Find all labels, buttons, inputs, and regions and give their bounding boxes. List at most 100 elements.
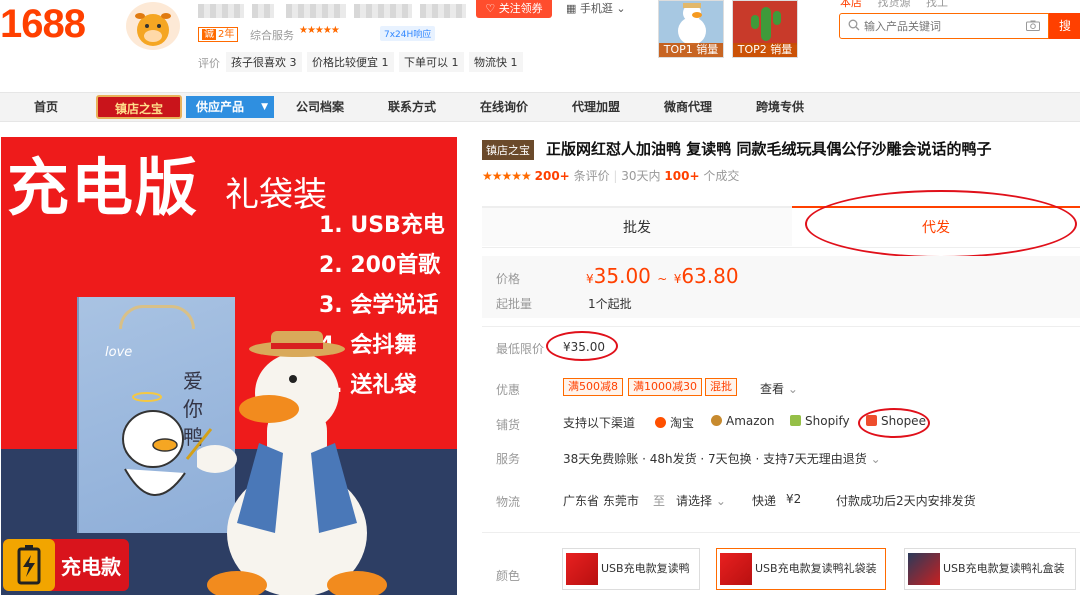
- channel-shopify[interactable]: Shopify: [790, 414, 850, 428]
- scope-tab-shop[interactable]: 本店: [840, 0, 862, 9]
- camera-icon[interactable]: [1026, 20, 1040, 31]
- channel-taobao[interactable]: 淘宝: [655, 414, 694, 431]
- logistics-label: 物流: [496, 495, 521, 509]
- sales-prefix: 30天内: [621, 169, 661, 183]
- nav-supply-products[interactable]: 供应产品 ▼: [186, 96, 274, 118]
- follow-coupon-button[interactable]: ♡ 关注领券: [476, 0, 552, 18]
- shop-name-blurred: [252, 4, 274, 18]
- channel-amazon[interactable]: Amazon: [711, 414, 775, 428]
- nav-contact[interactable]: 联系方式: [388, 93, 436, 121]
- nav-inquiry[interactable]: 在线询价: [480, 93, 528, 121]
- mobile-link[interactable]: ▦ 手机逛 ⌄: [566, 0, 626, 16]
- divider: [482, 532, 1080, 533]
- nav-wechat-agent[interactable]: 微商代理: [664, 93, 712, 121]
- promo-title: 充电版: [7, 151, 200, 224]
- duck-plush: [197, 331, 387, 595]
- cactus-product-thumb: [733, 1, 797, 45]
- review-label[interactable]: 条评价: [574, 169, 610, 183]
- annotation-circle: [858, 408, 930, 438]
- logistics-fee: ¥2: [786, 492, 802, 506]
- cow-mascot-icon: [135, 13, 171, 46]
- bag-text: love: [105, 345, 133, 360]
- response-badge: 7x24H响应: [380, 26, 436, 41]
- search-box: [839, 13, 1049, 39]
- chevron-down-icon: ⌄: [715, 494, 726, 508]
- battery-icon: [3, 539, 55, 591]
- taobao-icon: [655, 417, 666, 428]
- top-product-rank: TOP1 销量: [659, 43, 723, 57]
- rating-row: ★★★★★ 200+ 条评价 | 30天内 100+ 个成交: [482, 169, 740, 183]
- search-icon: [848, 19, 860, 31]
- chevron-down-icon: ⌄: [616, 2, 626, 15]
- eval-tag[interactable]: 价格比较便宜 1: [307, 52, 394, 72]
- chevron-down-icon: ⌄: [870, 452, 881, 466]
- feature-line: 1. USB充电: [319, 213, 445, 238]
- top-product-1[interactable]: TOP1 销量: [658, 0, 724, 58]
- product-title: 正版网红怼人加油鸭 复读鸭 同款毛绒玩具偶公仔沙雕会说话的鸭子: [546, 140, 992, 158]
- discount-label: 优惠: [496, 383, 521, 397]
- coupon-tag[interactable]: 满500减8: [563, 378, 623, 396]
- annotation-circle: [546, 331, 618, 361]
- product-main-image[interactable]: 充电版 礼袋装 1. USB充电 2. 200首歌 3. 会学说话 4. 会抖舞…: [1, 137, 457, 595]
- shop-name-blurred: [198, 4, 244, 18]
- bag-handle: [119, 305, 195, 329]
- chevron-down-icon: ▼: [261, 102, 268, 112]
- logistics-express: 快递: [752, 494, 777, 508]
- amazon-icon: [711, 415, 722, 426]
- color-option-selected[interactable]: USB充电款复读鸭礼袋装: [716, 548, 886, 590]
- service-label: 综合服务: [250, 29, 294, 42]
- min-price-label: 最低限价: [496, 342, 545, 356]
- eval-label: 评价: [198, 57, 220, 70]
- service-items[interactable]: 38天免费赊账 · 48h发货 · 7天包换 · 支持7天无理由退货 ⌄: [563, 450, 881, 467]
- color-option[interactable]: USB充电款复读鸭: [562, 548, 700, 590]
- shop-name-blurred: [286, 4, 346, 18]
- nav-cross-border[interactable]: 跨境专供: [756, 93, 804, 121]
- shopify-icon: [790, 415, 801, 426]
- color-option-thumb: [566, 553, 598, 585]
- sales-count: 100+: [664, 169, 700, 183]
- shop-avatar[interactable]: [126, 2, 180, 50]
- price-label: 价格: [496, 272, 521, 286]
- tab-wholesale[interactable]: 批发: [482, 206, 792, 246]
- chevron-down-icon: ⌄: [787, 382, 798, 396]
- nav-home[interactable]: 首页: [34, 93, 58, 121]
- color-label: 颜色: [496, 569, 521, 583]
- logistics-from: 广东省 东莞市: [563, 494, 639, 508]
- eval-tag[interactable]: 孩子很喜欢 3: [226, 52, 302, 72]
- eval-tag[interactable]: 物流快 1: [469, 52, 523, 72]
- color-option-thumb: [908, 553, 940, 585]
- coupon-tag[interactable]: 混批: [705, 378, 737, 396]
- scope-tab-source[interactable]: 找货源: [878, 0, 911, 9]
- years-badge: 诚 2年: [198, 27, 239, 42]
- search-button[interactable]: 搜: [1049, 13, 1080, 39]
- feature-line: 3. 会学说话: [319, 293, 439, 318]
- nav-special-treasure[interactable]: 镇店之宝: [96, 95, 182, 119]
- rating-stars: ★★★★★: [482, 169, 532, 183]
- logistics-note: 付款成功后2天内安排发货: [836, 494, 976, 508]
- annotation-circle: [805, 190, 1077, 258]
- coupon-more-link[interactable]: 查看 ⌄: [760, 380, 798, 397]
- color-option[interactable]: USB充电款复读鸭礼盒装: [904, 548, 1076, 590]
- price-range: ¥35.00 ~ ¥63.80: [586, 264, 739, 288]
- promo-subtitle: 礼袋装: [225, 175, 327, 215]
- shop-name-blurred: [354, 4, 412, 18]
- search-input[interactable]: [864, 17, 1014, 35]
- nav-company-profile[interactable]: 公司档案: [296, 93, 344, 121]
- site-logo[interactable]: 1688: [0, 2, 86, 47]
- sales-label: 个成交: [703, 169, 740, 183]
- nav-agent[interactable]: 代理加盟: [572, 93, 620, 121]
- price-box: [482, 256, 1080, 318]
- search-scope-tabs: 本店 找货源 找工: [840, 0, 960, 10]
- review-count[interactable]: 200+: [535, 169, 570, 183]
- channel-label: 铺货: [496, 418, 521, 432]
- top-product-2[interactable]: TOP2 销量: [732, 0, 798, 58]
- scope-tab-factory[interactable]: 找工: [926, 0, 948, 9]
- eval-tag[interactable]: 下单可以 1: [399, 52, 464, 72]
- moq-label: 起批量: [496, 297, 533, 311]
- coupon-tag[interactable]: 满1000减30: [628, 378, 702, 396]
- feature-line: 2. 200首歌: [319, 253, 441, 278]
- charge-badge-label: 充电款: [61, 555, 121, 579]
- moq-value: 1个起批: [588, 297, 632, 311]
- logistics-to-label: 至: [653, 494, 666, 508]
- logistics-destination-select[interactable]: 请选择 ⌄: [676, 492, 726, 509]
